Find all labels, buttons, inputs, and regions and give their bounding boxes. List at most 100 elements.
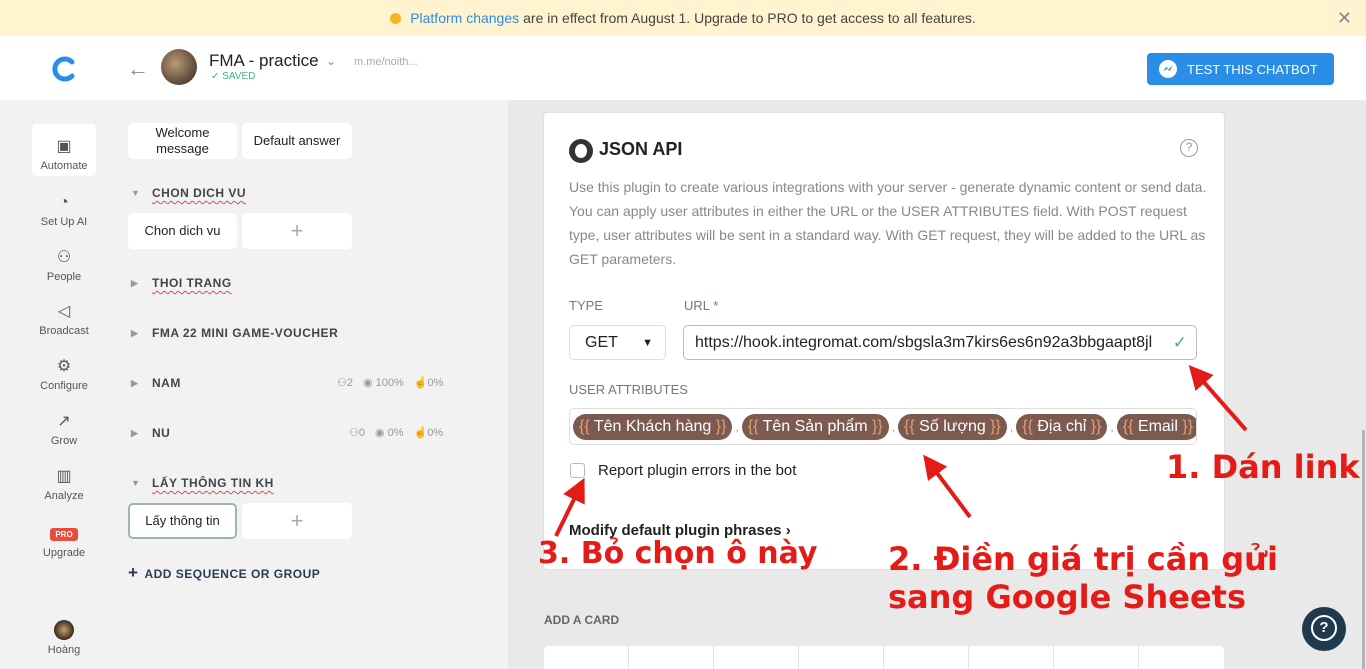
chevron-down-icon[interactable]: ⌄ (326, 54, 336, 68)
group-title: THOI TRANG (152, 276, 232, 290)
nav-automate[interactable]: ▣ Automate (32, 124, 96, 176)
block-lay-thong-tin[interactable]: Lấy thông tin (128, 503, 237, 539)
group-title: NAM (152, 376, 181, 390)
close-icon[interactable]: ✕ (1337, 9, 1352, 27)
attribute-chip[interactable]: {{ Số lượng }} (898, 414, 1007, 440)
brace-close: }} (1090, 418, 1102, 435)
group-fma-minigame[interactable]: ▶ FMA 22 MINI GAME-VOUCHER (131, 326, 338, 340)
nav-upgrade[interactable]: PRO Upgrade (32, 511, 96, 563)
required-mark: * (713, 298, 719, 313)
left-nav: ▣ Automate ◔ Set Up AI ⚇ People ◁ Broadc… (0, 100, 128, 669)
nav-label: Grow (50, 435, 78, 447)
brace-close: }} (715, 418, 727, 435)
user-avatar (54, 620, 74, 640)
card-toolbar[interactable] (544, 646, 1224, 669)
request-type-select[interactable]: GET ▼ (569, 325, 666, 360)
users-stat: ⚇2 (337, 376, 353, 389)
saved-label: SAVED (222, 71, 256, 82)
caret-right-icon: ▶ (131, 277, 139, 288)
plugin-description: Use this plugin to create various integr… (569, 179, 1207, 267)
users-value: 0 (358, 427, 365, 439)
announcement-banner: Platform changes are in effect from Augu… (0, 0, 1366, 36)
chatfuel-logo[interactable] (50, 56, 78, 82)
add-sequence-button[interactable]: + ADD SEQUENCE OR GROUP (128, 563, 320, 583)
user-attributes-label: USER ATTRIBUTES (569, 382, 688, 397)
attribute-chip[interactable]: {{ Tên Khách hàng }} (573, 414, 733, 440)
eye-icon: ◉ (363, 377, 373, 389)
users-icon: ⚇ (349, 427, 359, 439)
views-stat: ◉ 100% (363, 376, 404, 389)
group-lay-thong-tin[interactable]: ▼ LẤY THÔNG TIN KH (131, 476, 274, 490)
url-input[interactable]: https://hook.integromat.com/sbgsla3m7kir… (683, 325, 1197, 360)
url-label: URL (684, 298, 710, 313)
group-title: FMA 22 MINI GAME-VOUCHER (152, 326, 339, 340)
report-errors-checkbox[interactable] (570, 463, 585, 478)
pointer-icon: ☝ (413, 427, 428, 439)
group-title: NU (152, 426, 171, 440)
scrollbar[interactable] (1362, 430, 1365, 669)
block-chon-dich-vu[interactable]: Chon dich vu (128, 213, 237, 249)
bot-avatar (161, 49, 197, 85)
report-errors-label: Report plugin errors in the bot (598, 462, 797, 479)
nav-label: Broadcast (39, 325, 89, 337)
group-nam[interactable]: ▶ NAM (131, 376, 181, 390)
nav-user-profile[interactable]: Hoàng (32, 608, 96, 660)
gear-icon: ⚙ (56, 358, 72, 375)
brace-close: }} (872, 418, 883, 435)
group-title: LẤY THÔNG TIN KH (152, 476, 274, 490)
nav-analyze[interactable]: ▥ Analyze (32, 454, 96, 506)
brace-close: }} (1182, 418, 1194, 435)
views-value: 0% (387, 427, 404, 439)
top-header: ← FMA - practice ⌄ ✓ SAVED m.me/noith...… (0, 36, 1366, 100)
nav-label: Configure (40, 380, 88, 392)
brain-icon: ◔ (59, 194, 69, 211)
test-chatbot-button[interactable]: TEST THIS CHATBOT (1147, 53, 1334, 85)
attribute-chip[interactable]: {{ Tên Sản phẩm }} (741, 414, 889, 440)
add-block-button[interactable]: + (242, 503, 352, 539)
group-title: CHON DICH VU (152, 186, 247, 200)
nav-grow[interactable]: ↗ Grow (32, 399, 96, 451)
nav-label: Automate (40, 160, 88, 172)
nav-configure[interactable]: ⚙ Configure (32, 344, 96, 396)
caret-down-icon: ▼ (131, 478, 141, 488)
pointer-icon: ☝ (413, 377, 428, 389)
brace-open: {{ (1022, 418, 1033, 435)
group-stats: ⚇2 ◉ 100% ☝0% (337, 376, 443, 389)
group-thoi-trang[interactable]: ▶ THOI TRANG (131, 276, 232, 290)
users-icon: ⚇ (337, 377, 347, 389)
nav-label: People (46, 271, 82, 283)
bar-chart-icon: ▥ (56, 468, 72, 485)
caret-down-icon: ▼ (131, 188, 141, 198)
clicks-stat: ☝0% (414, 376, 444, 389)
nav-people[interactable]: ⚇ People (32, 235, 96, 287)
nav-broadcast[interactable]: ◁ Broadcast (32, 289, 96, 341)
block-welcome-message[interactable]: Welcome message (128, 123, 237, 159)
nav-setup-ai[interactable]: ◔ Set Up AI (32, 180, 96, 232)
people-icon: ⚇ (56, 249, 72, 266)
back-arrow-icon[interactable]: ← (127, 56, 149, 82)
group-stats: ⚇0 ◉ 0% ☝0% (349, 426, 443, 439)
add-block-button[interactable]: + (242, 213, 352, 249)
attribute-chip[interactable]: {{ Email }} (1116, 414, 1196, 440)
help-chat-button[interactable] (1302, 607, 1346, 651)
brace-open: {{ (747, 418, 759, 435)
bot-name[interactable]: FMA - practice (209, 51, 319, 71)
separator: , (735, 420, 739, 434)
attribute-name: Tên Sản phẩm (762, 418, 868, 435)
annotation-step2-line1: 2. Điền giá trị cần gửi (888, 540, 1278, 578)
bot-link[interactable]: m.me/noith... (354, 56, 418, 68)
brace-open: {{ (904, 418, 915, 435)
user-attributes-field[interactable]: {{ Tên Khách hàng }},{{ Tên Sản phẩm }},… (569, 408, 1197, 445)
platform-changes-link[interactable]: Platform changes (410, 10, 519, 26)
group-nu[interactable]: ▶ NU (131, 426, 170, 440)
eye-icon: ◉ (375, 427, 385, 439)
url-value: https://hook.integromat.com/sbgsla3m7kir… (695, 333, 1153, 351)
megaphone-icon: ◁ (57, 303, 71, 320)
add-sequence-label: ADD SEQUENCE OR GROUP (144, 567, 321, 581)
group-chon-dich-vu[interactable]: ▼ CHON DICH VU (131, 186, 246, 200)
plus-icon: + (128, 563, 139, 582)
block-default-answer[interactable]: Default answer (242, 123, 352, 159)
annotation-step3: 3. Bỏ chọn ô này (538, 536, 818, 571)
help-icon[interactable]: ? (1180, 139, 1198, 157)
attribute-chip[interactable]: {{ Địa chỉ }} (1016, 414, 1108, 440)
